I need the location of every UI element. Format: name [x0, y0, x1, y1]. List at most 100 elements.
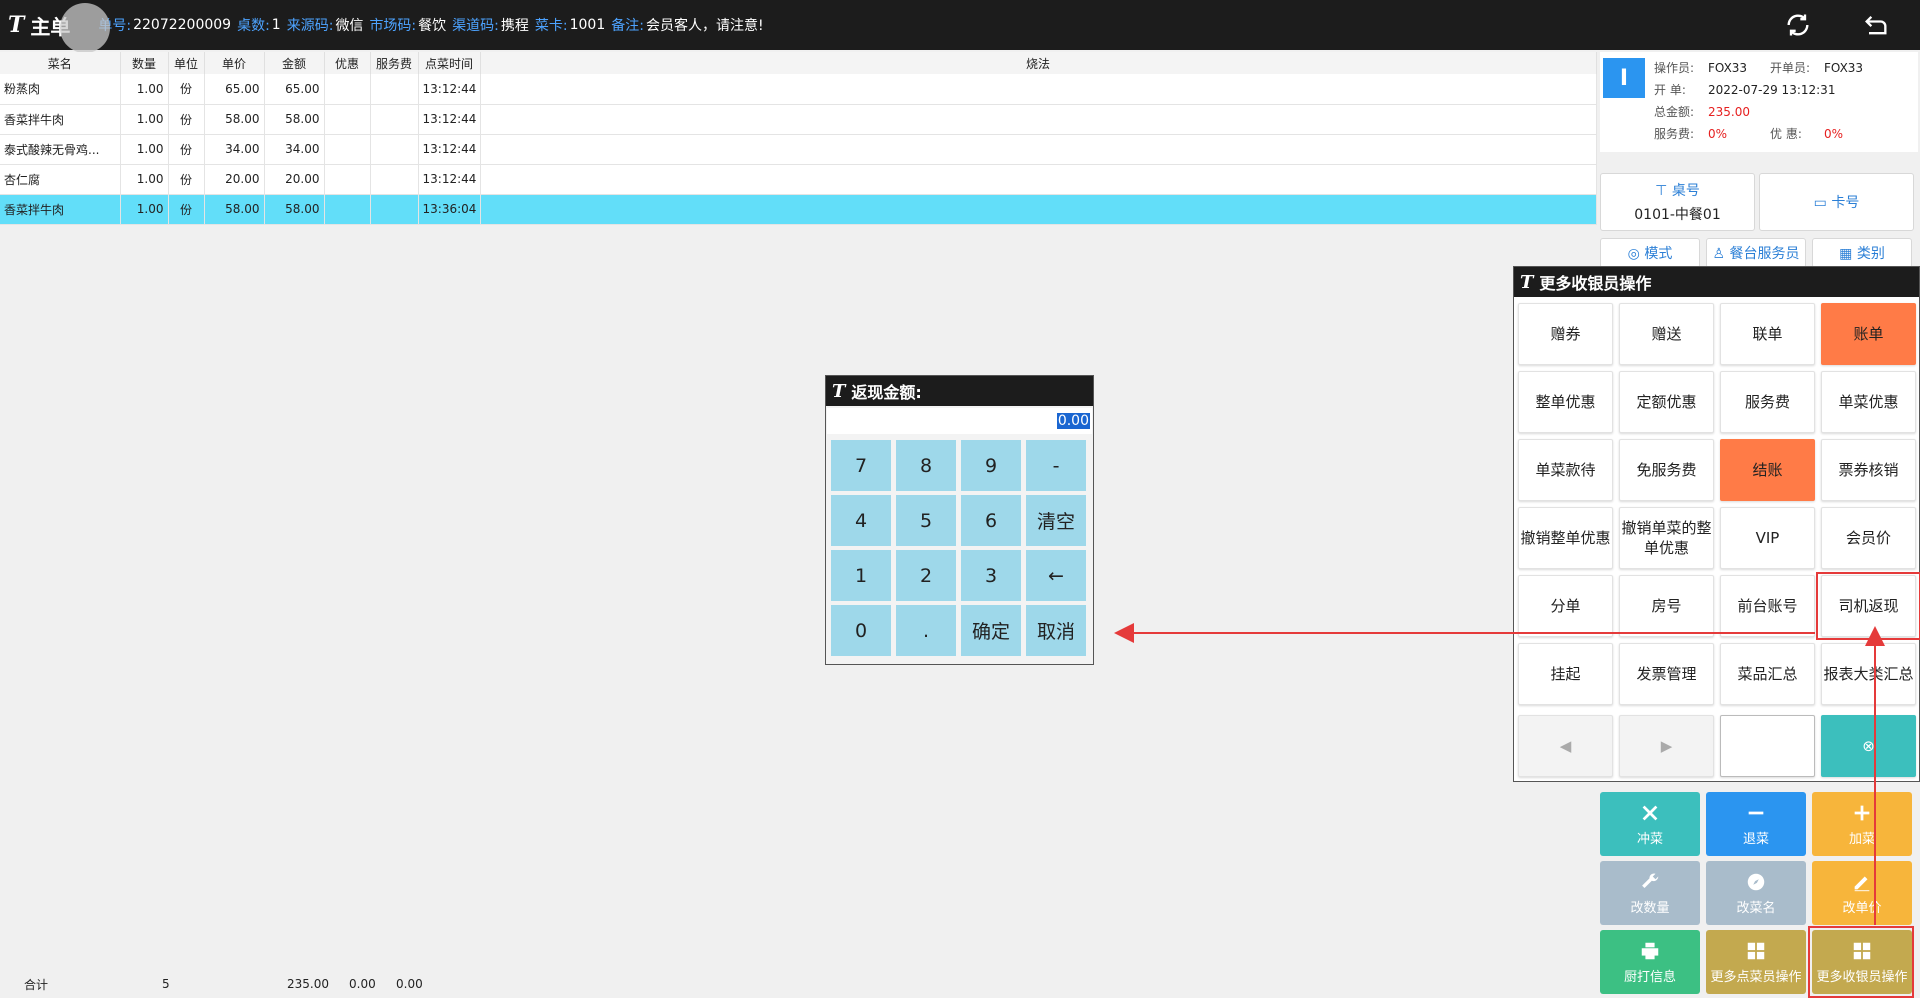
cashier-op-button[interactable]: 房号 [1619, 575, 1714, 637]
return-dish-button[interactable]: 退菜 [1706, 792, 1806, 856]
total-discount: 0.00 [349, 977, 376, 991]
cashier-op-button[interactable]: 前台账号 [1720, 575, 1815, 637]
cell-unit: 份 [168, 164, 205, 195]
cashier-op-button[interactable]: VIP [1720, 507, 1815, 569]
cell-amount: 65.00 [264, 74, 325, 105]
keypad-key[interactable]: 3 [961, 550, 1021, 601]
keypad-key[interactable]: ← [1026, 550, 1086, 601]
cashier-op-button[interactable]: 整单优惠 [1518, 371, 1613, 433]
table-row-selected[interactable]: 香菜拌牛肉 1.00 份 58.00 58.00 13:36:04 [0, 194, 1597, 225]
keypad-key[interactable]: 取消 [1026, 605, 1086, 656]
cell-amount: 58.00 [264, 104, 325, 135]
table-row[interactable]: 泰式酸辣无骨鸡... 1.00 份 34.00 34.00 13:12:44 [0, 134, 1597, 165]
cashier-op-button[interactable]: 撤销整单优惠 [1518, 507, 1613, 569]
cashier-op-button[interactable]: 单菜优惠 [1821, 371, 1916, 433]
more-cashier-ops-popup: T 更多收银员操作 赠券 赠送 联单 账单 整单优惠 定额优惠 服务费 单菜优惠 单菜款待 免服务… [1513, 266, 1920, 782]
col-method: 烧法 [480, 52, 1597, 74]
prev-page-button[interactable]: ◀ [1518, 715, 1613, 777]
kitchen-print-button[interactable]: 厨打信息 [1600, 930, 1700, 994]
tables-label: 桌数: [237, 18, 270, 34]
add-dish-button[interactable]: 加菜 [1812, 792, 1912, 856]
category-label: ▦ 类别 [1839, 246, 1885, 262]
order-info-card: I 操作员: FOX33 开单员: FOX33 开 单: 2022-07-29 13:1… [1600, 52, 1918, 152]
cashier-op-button[interactable]: 菜品汇总 [1720, 643, 1815, 705]
cell-method [480, 164, 1597, 195]
cashier-op-button[interactable]: 免服务费 [1619, 439, 1714, 501]
channel-value: 携程 [500, 18, 529, 34]
order-status-badge: I [1603, 58, 1645, 98]
keypad-key[interactable]: 6 [961, 495, 1021, 546]
cashier-op-button[interactable]: 联单 [1720, 303, 1815, 365]
cashier-op-button[interactable]: 单菜款待 [1518, 439, 1613, 501]
back-icon[interactable] [1862, 11, 1890, 39]
keypad-key[interactable]: - [1026, 440, 1086, 491]
keypad-key[interactable]: . [896, 605, 956, 656]
page-input[interactable] [1720, 715, 1815, 777]
keypad-key[interactable]: 1 [831, 550, 891, 601]
keypad-key[interactable]: 2 [896, 550, 956, 601]
mode-label: ◎ 模式 [1627, 246, 1673, 262]
keypad-key[interactable]: 清空 [1026, 495, 1086, 546]
keypad-key[interactable]: 确定 [961, 605, 1021, 656]
logo-mark-icon: T [8, 12, 25, 38]
next-page-button[interactable]: ▶ [1619, 715, 1714, 777]
remark-value: 会员客人，请注意! [645, 18, 764, 34]
cashier-op-button[interactable]: 撤销单菜的整单优惠 [1619, 507, 1714, 569]
cashier-op-button[interactable]: 定额优惠 [1619, 371, 1714, 433]
plus-icon [1854, 805, 1870, 820]
cashier-op-button[interactable]: 发票管理 [1619, 643, 1714, 705]
table-row[interactable]: 杏仁腐 1.00 份 20.00 20.00 13:12:44 [0, 164, 1597, 195]
cashier-op-button[interactable]: 分单 [1518, 575, 1613, 637]
rush-dish-button[interactable]: 冲菜 [1600, 792, 1700, 856]
printer-icon [1641, 942, 1659, 959]
waiter-label: ♙ 餐台服务员 [1712, 246, 1800, 262]
col-amount: 金额 [264, 52, 325, 74]
category-tile[interactable]: ▦ 类别 [1812, 238, 1912, 268]
cashier-op-button[interactable]: 报表大类汇总 [1821, 643, 1916, 705]
keypad-key[interactable]: 9 [961, 440, 1021, 491]
cashier-op-button[interactable]: 服务费 [1720, 371, 1815, 433]
keypad-key[interactable]: 8 [896, 440, 956, 491]
remark-label: 备注: [611, 18, 644, 34]
cell-method [480, 104, 1597, 135]
cell-time: 13:12:44 [418, 164, 481, 195]
more-cashier-ops-button[interactable]: 更多收银员操作 [1812, 930, 1912, 994]
cell-unit: 份 [168, 74, 205, 105]
cashier-op-button[interactable]: 票券核销 [1821, 439, 1916, 501]
keypad-key[interactable]: 5 [896, 495, 956, 546]
touch-indicator [60, 3, 110, 53]
change-price-button[interactable]: 改单价 [1812, 861, 1912, 925]
more-waiter-ops-button[interactable]: 更多点菜员操作 [1706, 930, 1806, 994]
cashback-amount-input[interactable]: 0.00 [827, 408, 1092, 434]
cashier-op-button[interactable]: 挂起 [1518, 643, 1613, 705]
waiter-tile[interactable]: ♙ 餐台服务员 [1706, 238, 1806, 268]
keypad-key[interactable]: 7 [831, 440, 891, 491]
table-row[interactable]: 香菜拌牛肉 1.00 份 58.00 58.00 13:12:44 [0, 104, 1597, 135]
change-name-button[interactable]: 改菜名 [1706, 861, 1806, 925]
cashier-op-button[interactable]: 账单 [1821, 303, 1916, 365]
mode-tile[interactable]: ◎ 模式 [1600, 238, 1700, 268]
refresh-icon[interactable] [1784, 11, 1812, 39]
change-qty-button[interactable]: 改数量 [1600, 861, 1700, 925]
cashier-op-button[interactable]: 赠券 [1518, 303, 1613, 365]
col-price: 单价 [204, 52, 265, 74]
card-number-tile[interactable]: ▭ 卡号 [1759, 173, 1914, 231]
table-row[interactable]: 粉蒸肉 1.00 份 65.00 65.00 13:12:44 [0, 74, 1597, 105]
clear-input-button[interactable]: ⊗ [1821, 715, 1916, 777]
compass-icon [1747, 873, 1765, 890]
app-logo: T 主单 [0, 0, 110, 53]
table-number-tile[interactable]: ⊤ 桌号 0101-中餐01 [1600, 173, 1755, 231]
keypad-title: 返现金额: [851, 383, 922, 402]
cashier-op-button[interactable]: 会员价 [1821, 507, 1916, 569]
cell-name: 粉蒸肉 [0, 74, 121, 105]
cell-method [480, 194, 1597, 225]
cell-price: 58.00 [204, 194, 265, 225]
keypad-key[interactable]: 0 [831, 605, 891, 656]
open-time-label: 开 单: [1654, 83, 1686, 97]
cashier-op-button[interactable]: 赠送 [1619, 303, 1714, 365]
cashier-op-button[interactable]: 司机返现 [1821, 575, 1916, 637]
logo-mark-icon: T [832, 380, 846, 402]
cashier-op-button[interactable]: 结账 [1720, 439, 1815, 501]
keypad-key[interactable]: 4 [831, 495, 891, 546]
order-table: 菜名 数量 单位 单价 金额 优惠 服务费 点菜时间 烧法 粉蒸肉 1.00 份… [0, 52, 1597, 225]
